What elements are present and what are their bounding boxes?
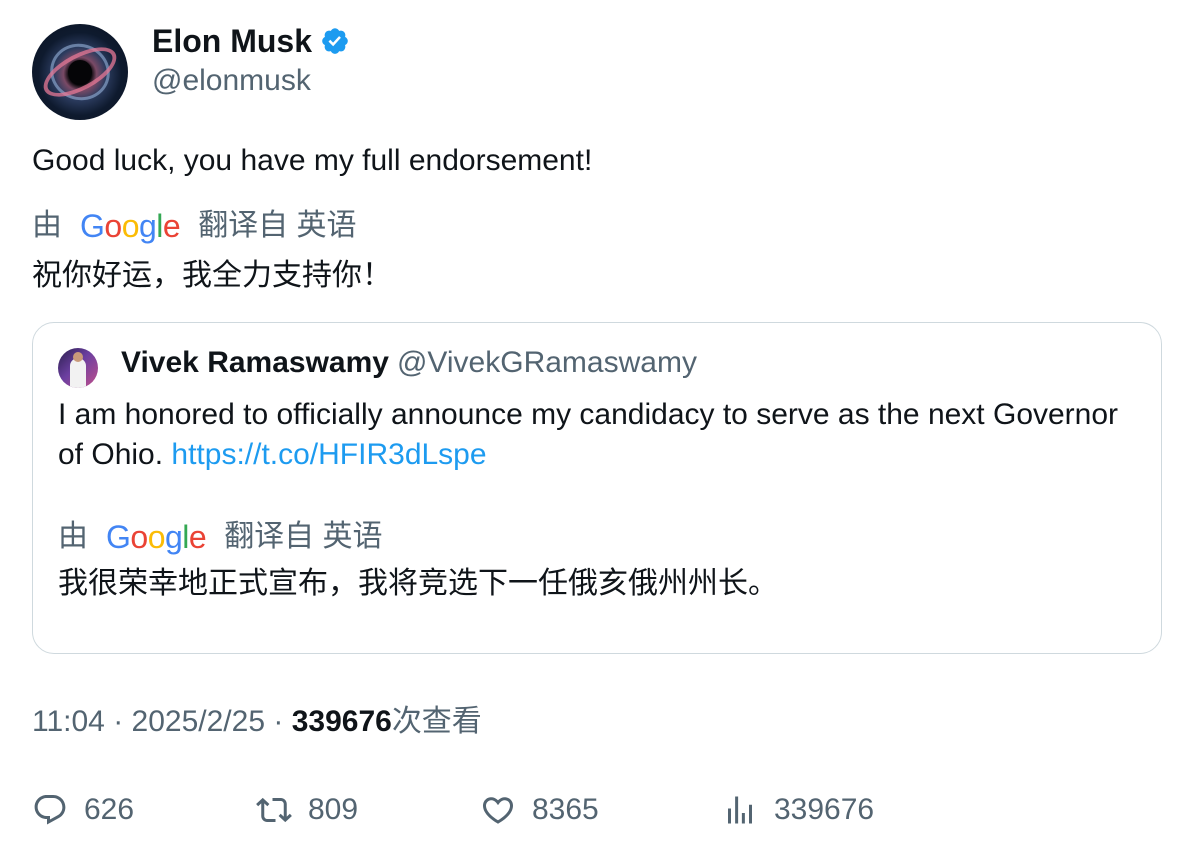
- tweet-translation: 祝你好运，我全力支持你！: [32, 259, 392, 292]
- action-bar: 626 809 8365 339676: [32, 790, 1162, 830]
- tweet-text: Good luck, you have my full endorsement!: [32, 144, 593, 177]
- heart-icon: [482, 797, 514, 824]
- like-count: 8365: [532, 793, 599, 826]
- quoted-translation-prefix: 由: [58, 520, 88, 553]
- retweet-icon: [256, 797, 292, 823]
- meta-separator: ·: [113, 705, 124, 738]
- views-button[interactable]: 339676: [722, 790, 874, 830]
- quoted-tweet[interactable]: Vivek Ramaswamy @VivekGRamaswamy I am hon…: [32, 322, 1162, 654]
- reply-count: 626: [84, 793, 135, 826]
- quoted-translation-attribution: 由 Google 翻译自 英语: [58, 519, 383, 555]
- retweet-button[interactable]: 809: [256, 790, 358, 830]
- quoted-author-name[interactable]: Vivek Ramaswamy: [121, 346, 389, 379]
- retweet-count: 809: [308, 793, 359, 826]
- quoted-author-row: Vivek Ramaswamy @VivekGRamaswamy: [121, 345, 697, 381]
- quoted-translation-suffix: 翻译自 英语: [224, 520, 383, 553]
- views-chart-icon: [728, 796, 752, 824]
- tweet-meta: 11:04 · 2025/2/25 · 339676次查看: [32, 704, 482, 740]
- author-avatar[interactable]: [32, 24, 128, 120]
- author-name[interactable]: Elon Musk: [152, 22, 312, 60]
- quoted-tweet-text: I am honored to officially announce my c…: [58, 395, 1138, 475]
- quoted-tweet-translation: 我很荣幸地正式宣布，我将竞选下一任俄亥俄州州长。: [58, 567, 778, 600]
- verified-badge-icon: [322, 28, 348, 54]
- like-button[interactable]: 8365: [480, 790, 599, 830]
- translation-suffix: 翻译自 英语: [198, 209, 357, 242]
- quoted-google-logo-icon: Google: [106, 519, 207, 555]
- author-name-row[interactable]: Elon Musk: [152, 22, 350, 60]
- tweet-time[interactable]: 11:04: [32, 705, 105, 738]
- quoted-author-avatar[interactable]: [58, 348, 98, 388]
- views-count: 339676: [291, 705, 392, 738]
- reply-icon: [34, 795, 66, 825]
- quoted-author-handle[interactable]: @VivekGRamaswamy: [397, 346, 697, 379]
- views-label: 次查看: [391, 705, 482, 738]
- meta-separator: ·: [273, 705, 284, 738]
- views-action-count: 339676: [774, 793, 875, 826]
- quoted-tweet-link[interactable]: https://t.co/HFIR3dLspe: [171, 438, 486, 471]
- tweet-date[interactable]: 2025/2/25: [132, 705, 265, 738]
- reply-button[interactable]: 626: [32, 790, 134, 830]
- translation-attribution: 由 Google 翻译自 英语: [32, 208, 357, 244]
- author-handle[interactable]: @elonmusk: [152, 63, 311, 99]
- translation-prefix: 由: [32, 209, 62, 242]
- google-logo-icon: Google: [80, 208, 181, 244]
